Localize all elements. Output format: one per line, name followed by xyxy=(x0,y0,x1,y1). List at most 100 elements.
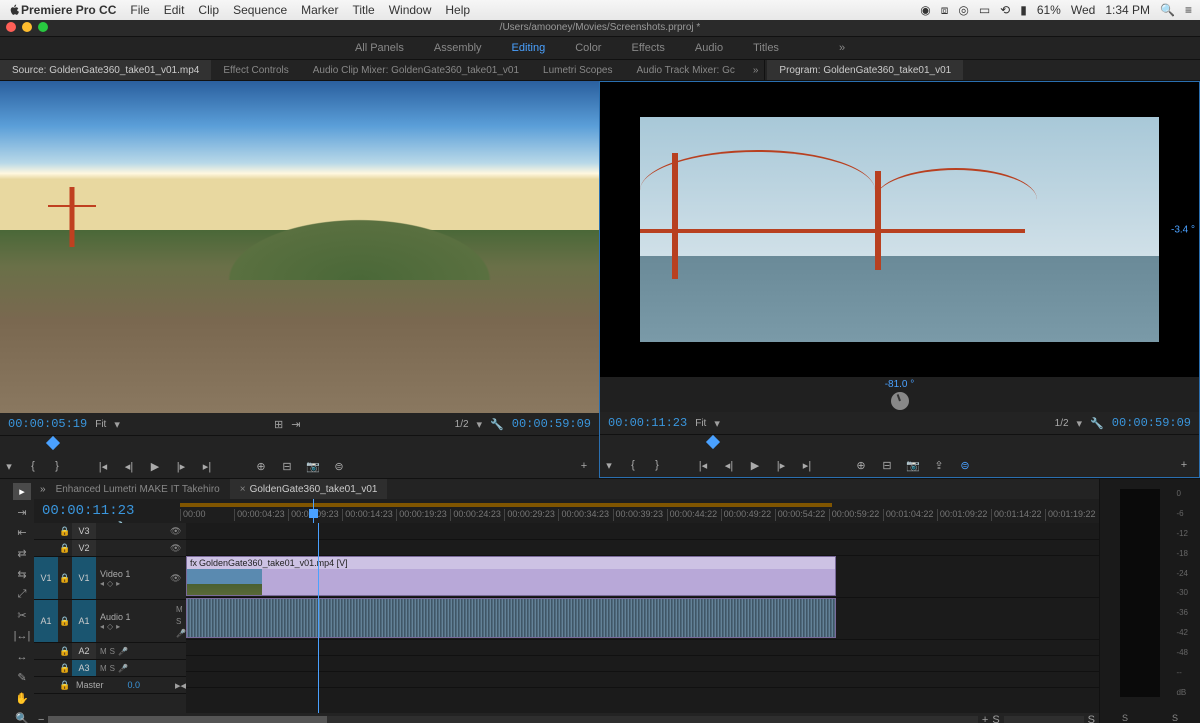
track-target-a1[interactable]: A1 xyxy=(72,600,96,642)
lift-icon[interactable]: ⊕ xyxy=(852,456,870,474)
tab-audio-track-mixer[interactable]: Audio Track Mixer: Gc xyxy=(625,60,747,80)
chevron-down-icon[interactable]: ▾ xyxy=(477,418,483,431)
overwrite-icon[interactable]: ⊟ xyxy=(278,457,296,475)
ws-assembly[interactable]: Assembly xyxy=(434,42,482,54)
close-icon[interactable] xyxy=(6,22,16,32)
track-area[interactable]: fxGoldenGate360_take01_v01.mp4 [V] xyxy=(186,523,1099,713)
track-select-fwd-icon[interactable]: ⇥ xyxy=(13,504,31,521)
vr-dial[interactable] xyxy=(891,392,909,410)
menu-marker[interactable]: Marker xyxy=(301,3,338,17)
master-gain[interactable]: 0.0 xyxy=(123,680,174,690)
button-editor-icon[interactable]: + xyxy=(575,457,593,475)
goto-out-icon[interactable]: ▸| xyxy=(198,457,216,475)
ws-color[interactable]: Color xyxy=(575,42,601,54)
mic-icon[interactable]: 🎤 xyxy=(118,664,128,673)
menu-file[interactable]: File xyxy=(130,3,149,17)
source-scale[interactable]: 1/2 xyxy=(455,419,469,430)
sequence-tab-active[interactable]: ×GoldenGate360_take01_v01 xyxy=(230,479,388,499)
zoom-tool-icon[interactable]: 🔍 xyxy=(13,710,31,723)
source-settings-icon[interactable]: ⊞ xyxy=(274,418,283,431)
source-viewer[interactable] xyxy=(0,81,599,413)
goto-out-icon[interactable]: ▸| xyxy=(798,456,816,474)
ws-audio[interactable]: Audio xyxy=(695,42,723,54)
program-scale[interactable]: 1/2 xyxy=(1055,418,1069,429)
step-back-icon[interactable]: ◂| xyxy=(120,457,138,475)
source-tc[interactable]: 00:00:05:19 xyxy=(8,417,87,431)
rolling-edit-icon[interactable]: ⇆ xyxy=(13,566,31,583)
menu-edit[interactable]: Edit xyxy=(164,3,185,17)
tab-source[interactable]: Source: GoldenGate360_take01_v01.mp4 xyxy=(0,60,211,80)
step-fwd-icon[interactable]: |▸ xyxy=(772,456,790,474)
audio-clip[interactable] xyxy=(186,598,836,638)
mark-out-icon[interactable]: } xyxy=(648,456,666,474)
close-icon[interactable]: × xyxy=(240,484,246,495)
video-clip[interactable]: fxGoldenGate360_take01_v01.mp4 [V] xyxy=(186,556,836,596)
slip-tool-icon[interactable]: |↔| xyxy=(13,628,31,645)
keyframe-next-icon[interactable]: ▸ xyxy=(116,579,120,588)
ws-overflow-icon[interactable]: » xyxy=(839,42,845,54)
step-back-icon[interactable]: ◂| xyxy=(720,456,738,474)
status-wifi-icon[interactable]: ⟲ xyxy=(1000,3,1010,17)
menu-title[interactable]: Title xyxy=(352,3,374,17)
program-fit[interactable]: Fit xyxy=(695,418,706,429)
status-day[interactable]: Wed xyxy=(1071,3,1095,17)
menu-extras-icon[interactable]: ≡ xyxy=(1185,3,1192,17)
chevron-down-icon[interactable]: ▾ xyxy=(114,418,120,431)
tab-program[interactable]: Program: GoldenGate360_take01_v01 xyxy=(767,60,963,80)
time-ruler[interactable]: 00:00 00:00:04:23 00:00:09:23 00:00:14:2… xyxy=(180,499,1099,523)
lock-icon[interactable]: 🔒 xyxy=(58,543,72,554)
lock-icon[interactable]: 🔒 xyxy=(58,663,72,674)
collapse-icon[interactable]: ▸◂ xyxy=(175,679,186,692)
keyframe-prev-icon[interactable]: ◂ xyxy=(100,579,104,588)
tab-effect-controls[interactable]: Effect Controls xyxy=(211,60,300,80)
zoom-in-icon[interactable]: + xyxy=(982,714,988,723)
ws-effects[interactable]: Effects xyxy=(631,42,664,54)
pen-tool-icon[interactable]: ✎ xyxy=(13,669,31,686)
marker-icon[interactable]: ▾ xyxy=(0,457,18,475)
zoom-icon[interactable] xyxy=(38,22,48,32)
playhead[interactable] xyxy=(313,499,314,523)
tabs-overflow-icon[interactable]: » xyxy=(747,65,765,76)
track-select-back-icon[interactable]: ⇤ xyxy=(13,524,31,541)
insert-icon[interactable]: ⊕ xyxy=(252,457,270,475)
chevron-down-icon[interactable]: ▾ xyxy=(1077,417,1083,430)
source-scrubber[interactable] xyxy=(0,435,599,454)
solo-left[interactable]: S xyxy=(1122,713,1128,723)
keyframe-add-icon[interactable]: ◇ xyxy=(107,579,113,588)
program-viewer[interactable]: -3.4 ° xyxy=(600,82,1199,377)
vr-toggle-icon[interactable]: ⊜ xyxy=(956,456,974,474)
track-target-v1[interactable]: V1 xyxy=(72,557,96,599)
export-frame-icon[interactable]: 📷 xyxy=(904,456,922,474)
keyframe-prev-icon[interactable]: ◂ xyxy=(100,622,104,631)
app-name[interactable]: Premiere Pro CC xyxy=(21,3,116,17)
step-fwd-icon[interactable]: |▸ xyxy=(172,457,190,475)
timeline-zoom-bar[interactable]: − + SS xyxy=(34,713,1099,723)
source-vr-icon[interactable]: ⇥ xyxy=(291,418,300,431)
goto-in-icon[interactable]: |◂ xyxy=(694,456,712,474)
source-patch-a1[interactable]: A1 xyxy=(34,600,58,642)
eye-icon[interactable]: 👁 xyxy=(170,526,186,537)
mic-icon[interactable]: 🎤 xyxy=(118,647,128,656)
status-dropbox-icon[interactable]: ⧈ xyxy=(941,3,949,18)
razor-tool-icon[interactable]: ✂ xyxy=(13,607,31,624)
source-fit[interactable]: Fit xyxy=(95,419,106,430)
menu-help[interactable]: Help xyxy=(445,3,470,17)
ws-editing[interactable]: Editing xyxy=(512,42,546,54)
lock-icon[interactable]: 🔒 xyxy=(58,616,72,627)
source-patch-v1[interactable]: V1 xyxy=(34,557,58,599)
tab-audio-clip-mixer[interactable]: Audio Clip Mixer: GoldenGate360_take01_v… xyxy=(301,60,531,80)
mark-in-icon[interactable]: { xyxy=(624,456,642,474)
button-editor-icon[interactable]: + xyxy=(1175,456,1193,474)
keyframe-next-icon[interactable]: ▸ xyxy=(116,622,120,631)
lock-icon[interactable]: 🔒 xyxy=(58,680,72,691)
eye-icon[interactable]: 👁 xyxy=(170,543,186,554)
lock-icon[interactable]: 🔒 xyxy=(58,646,72,657)
menu-window[interactable]: Window xyxy=(389,3,432,17)
timeline-tc[interactable]: 00:00:11:23 xyxy=(42,503,172,519)
chevron-down-icon[interactable]: ▾ xyxy=(714,417,720,430)
marker-icon[interactable]: ▾ xyxy=(600,456,618,474)
tab-lumetri-scopes[interactable]: Lumetri Scopes xyxy=(531,60,624,80)
track-target-a2[interactable]: A2 xyxy=(72,643,96,659)
status-shield-icon[interactable]: ◎ xyxy=(958,3,968,17)
keyframe-add-icon[interactable]: ◇ xyxy=(107,622,113,631)
